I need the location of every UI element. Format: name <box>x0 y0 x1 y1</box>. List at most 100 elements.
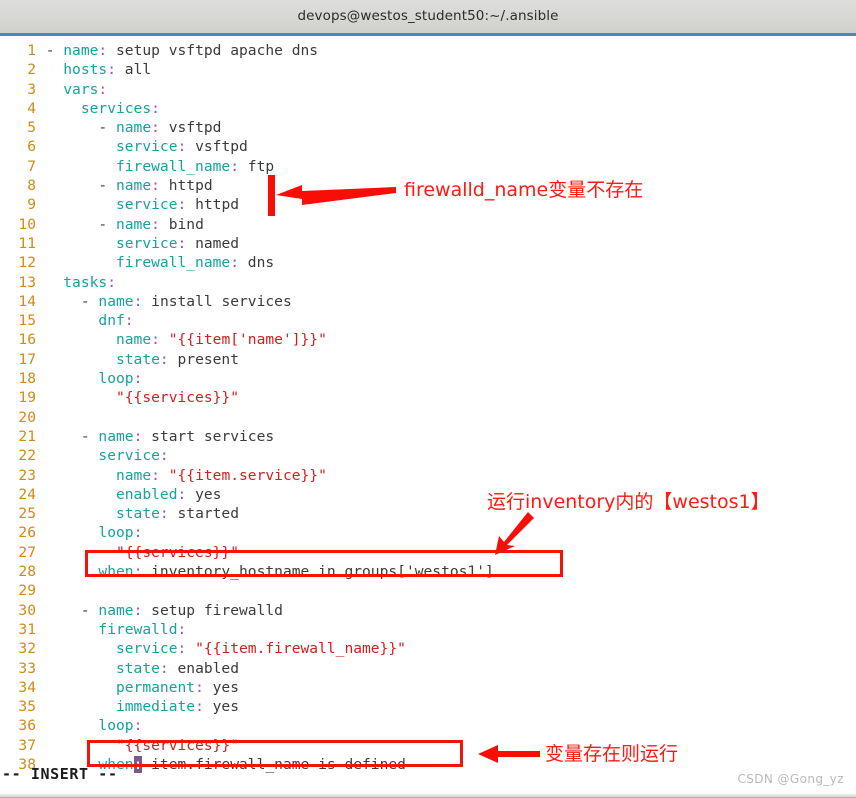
code-text: firewalld: <box>98 620 187 638</box>
code-text: when: inventory_hostname in groups['west… <box>98 563 494 581</box>
code-line: 31 firewalld: <box>0 620 856 639</box>
code-text: loop: <box>98 524 143 542</box>
code-line: 32 service: "{{item.firewall_name}}" <box>0 639 856 658</box>
code-text: "{{services}}" <box>115 543 239 561</box>
line-number: 20 <box>18 408 36 426</box>
code-text: enabled: yes <box>115 485 222 503</box>
window-title: devops@westos_student50:~/.ansible <box>297 8 559 24</box>
window-bottom-edge <box>0 793 856 798</box>
code-text: "{{services}}" <box>115 389 239 407</box>
code-text: immediate: yes <box>115 698 240 716</box>
code-line: 23 name: "{{item.service}}" <box>0 466 856 485</box>
code-text: "{{services}}" <box>115 736 239 754</box>
code-line: 20 <box>0 408 856 427</box>
line-number: 9 <box>27 196 36 214</box>
line-number: 28 <box>18 563 36 581</box>
code-line: 15 dnf: <box>0 311 856 330</box>
code-line: 4 services: <box>0 99 856 118</box>
code-text: service: named <box>115 234 240 252</box>
code-line: 28 when: inventory_hostname in groups['w… <box>0 562 856 581</box>
terminal-area[interactable]: 1- name: setup vsftpd apache dns 2 hosts:… <box>0 36 856 798</box>
code-text: - name: start services <box>80 427 275 445</box>
code-text: hosts: all <box>63 61 152 79</box>
code-text: services: <box>80 99 160 117</box>
code-text: firewall_name: ftp <box>115 157 275 175</box>
line-number: 21 <box>18 427 36 445</box>
code-text: - name: httpd <box>98 177 213 195</box>
code-text: - name: setup firewalld <box>80 601 283 619</box>
code-line: 19 "{{services}}" <box>0 388 856 407</box>
code-text: loop: <box>98 370 143 388</box>
line-number: 31 <box>18 620 36 638</box>
code-line: 21 - name: start services <box>0 427 856 446</box>
code-text: firewall_name: dns <box>115 254 275 272</box>
code-text: state: started <box>115 505 240 523</box>
code-text: name: "{{item['name']}}" <box>115 331 327 349</box>
code-line: 9 service: httpd <box>0 195 856 214</box>
line-number: 25 <box>18 505 36 523</box>
code-text: - name: vsftpd <box>98 119 222 137</box>
code-line: 36 loop: <box>0 716 856 735</box>
line-number: 3 <box>27 80 36 98</box>
line-number: 16 <box>18 331 36 349</box>
code-text: state: present <box>115 350 240 368</box>
line-number: 10 <box>18 215 36 233</box>
line-number: 8 <box>27 177 36 195</box>
code-text: dnf: <box>98 312 134 330</box>
code-text: service: vsftpd <box>115 138 248 156</box>
code-line: 16 name: "{{item['name']}}" <box>0 330 856 349</box>
code-line: 29 <box>0 581 856 600</box>
code-line: 25 state: started <box>0 504 856 523</box>
code-text: service: "{{item.firewall_name}}" <box>115 640 406 658</box>
code-text: - name: setup vsftpd apache dns <box>45 42 319 59</box>
line-number: 29 <box>18 582 36 600</box>
code-line: 27 "{{services}}" <box>0 543 856 562</box>
line-number: 24 <box>18 485 36 503</box>
line-number: 36 <box>18 717 36 735</box>
code-line: 11 service: named <box>0 234 856 253</box>
code-text: vars: <box>63 80 108 98</box>
line-number: 5 <box>27 119 36 137</box>
code-line: 3 vars: <box>0 80 856 99</box>
code-text: tasks: <box>63 273 116 291</box>
line-number: 15 <box>18 312 36 330</box>
line-number: 33 <box>18 659 36 677</box>
code-line: 18 loop: <box>0 369 856 388</box>
code-text: service: httpd <box>115 196 240 214</box>
code-line: 5 - name: vsftpd <box>0 118 856 137</box>
line-number: 23 <box>18 466 36 484</box>
line-number: 18 <box>18 370 36 388</box>
code-line: 13 tasks: <box>0 273 856 292</box>
line-number: 22 <box>18 447 36 465</box>
line-number: 6 <box>27 138 36 156</box>
line-number: 14 <box>18 292 36 310</box>
code-text: state: enabled <box>115 659 240 677</box>
code-line: 30 - name: setup firewalld <box>0 601 856 620</box>
line-number: 4 <box>27 99 36 117</box>
code-line: 17 state: present <box>0 350 856 369</box>
csdn-watermark: CSDN @Gong_yz <box>737 772 844 786</box>
vim-status-line: -- INSERT -- <box>2 765 118 783</box>
code-text: - name: install services <box>80 292 292 310</box>
line-number: 2 <box>27 61 36 79</box>
code-editor[interactable]: 1- name: setup vsftpd apache dns 2 hosts:… <box>0 41 856 774</box>
code-line: 37 "{{services}}" <box>0 736 856 755</box>
window-titlebar: devops@westos_student50:~/.ansible <box>0 0 856 36</box>
line-number: 19 <box>18 389 36 407</box>
code-line: 8 - name: httpd <box>0 176 856 195</box>
line-number: 32 <box>18 640 36 658</box>
line-number: 11 <box>18 234 36 252</box>
code-text: - name: bind <box>98 215 204 233</box>
code-line: 24 enabled: yes <box>0 485 856 504</box>
line-number: 12 <box>18 254 36 272</box>
code-text: name: "{{item.service}}" <box>115 466 327 484</box>
code-line: 7 firewall_name: ftp <box>0 157 856 176</box>
line-number: 26 <box>18 524 36 542</box>
code-line: 2 hosts: all <box>0 60 856 79</box>
code-line: 10 - name: bind <box>0 215 856 234</box>
code-line: 1 - name: setup vsftpd apache dns <box>0 41 856 60</box>
line-number: 13 <box>18 273 36 291</box>
code-line: 34 permanent: yes <box>0 678 856 697</box>
line-number: 17 <box>18 350 36 368</box>
line-number: 27 <box>18 543 36 561</box>
